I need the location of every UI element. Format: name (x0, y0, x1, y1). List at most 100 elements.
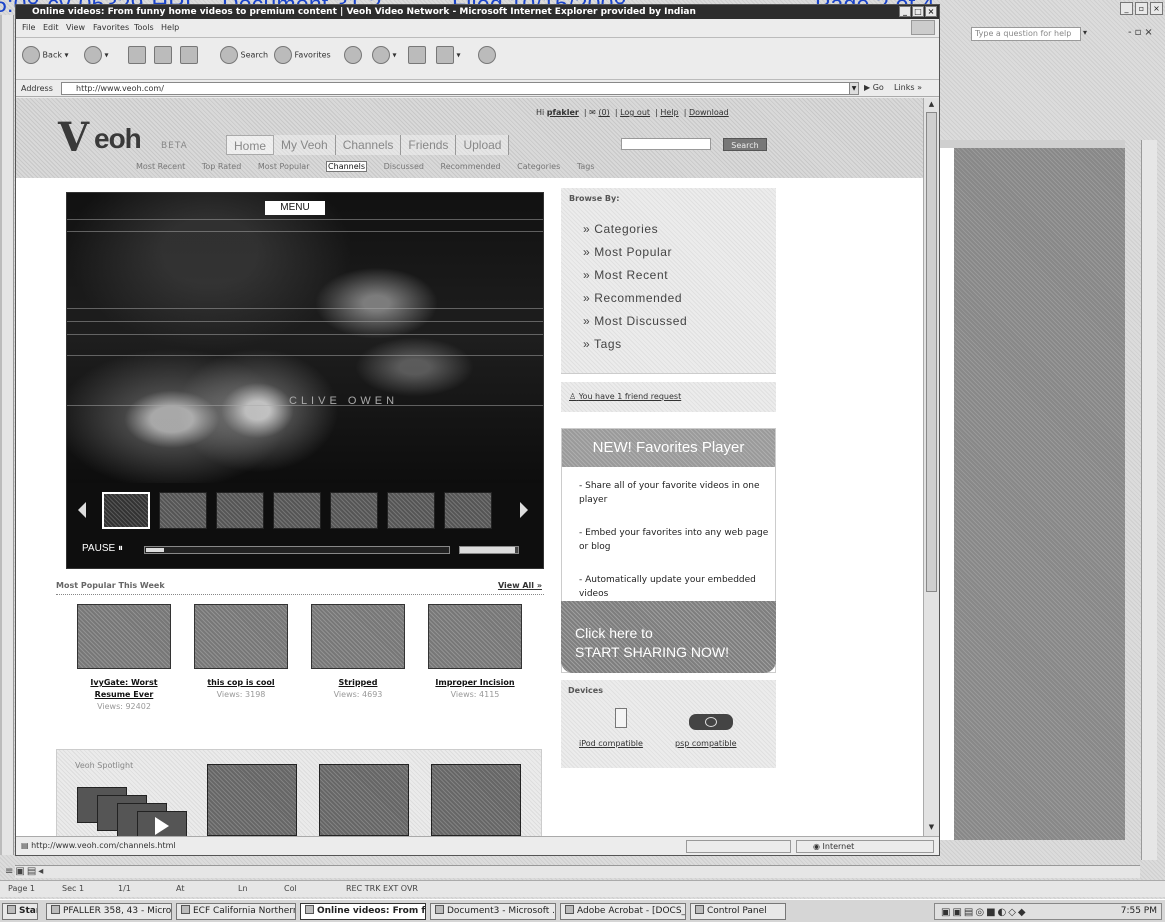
subnav-discussed[interactable]: Discussed (384, 162, 424, 171)
pause-button[interactable]: PAUSE ⏸ (82, 543, 123, 554)
tab-upload[interactable]: Upload (456, 135, 510, 155)
subnav-recommended[interactable]: Recommended (441, 162, 501, 171)
popular-video-card[interactable]: IvyGate: Worst Resume Ever Views: 92402 (76, 604, 172, 712)
psp-icon[interactable] (689, 714, 733, 730)
taskbar-task-control-panel[interactable]: Control Panel (690, 903, 786, 920)
close-button[interactable]: × (925, 6, 937, 17)
mail-button[interactable]: ▾ (372, 46, 397, 64)
browse-categories-link[interactable]: » Categories (583, 222, 687, 245)
popular-video-card[interactable]: Stripped Views: 4693 (310, 604, 406, 700)
search-button[interactable]: Search (723, 138, 767, 151)
subnav-tags[interactable]: Tags (577, 162, 595, 171)
ipod-icon[interactable] (615, 708, 627, 728)
tab-home[interactable]: Home (226, 135, 275, 155)
video-thumbnail[interactable] (194, 604, 288, 669)
video-thumbnail[interactable] (311, 604, 405, 669)
close-button[interactable]: × (1150, 2, 1163, 15)
address-input[interactable]: http://www.veoh.com/ (61, 82, 856, 95)
back-button[interactable]: Back ▾ (22, 46, 69, 64)
video-thumbnail[interactable] (330, 492, 378, 529)
volume-slider[interactable] (459, 546, 519, 554)
word-help-input[interactable]: Type a question for help (971, 27, 1081, 41)
help-link[interactable]: Help (660, 108, 678, 117)
taskbar-task-document3[interactable]: Document3 - Microsoft ... (430, 903, 556, 920)
previous-arrow-icon[interactable] (78, 502, 86, 518)
menu-help[interactable]: Help (161, 23, 179, 32)
next-arrow-icon[interactable] (520, 502, 528, 518)
messages-link[interactable]: (0) (598, 108, 609, 117)
video-title-link[interactable]: this cop is cool (193, 677, 289, 689)
taskbar-task-ecf[interactable]: ECF California Northern -... (176, 903, 296, 920)
menu-view[interactable]: View (66, 23, 85, 32)
veoh-logo[interactable]: V eoh (56, 118, 196, 158)
menu-file[interactable]: File (22, 23, 35, 32)
home-button[interactable] (180, 46, 198, 64)
media-button[interactable] (344, 46, 362, 64)
edit-button[interactable]: ▾ (436, 46, 461, 64)
maximize-button[interactable]: □ (912, 6, 924, 17)
psp-compatible-link[interactable]: psp compatible (675, 739, 737, 748)
taskbar-task-acrobat[interactable]: Adobe Acrobat - [DOCS_... (560, 903, 686, 920)
scroll-up-icon[interactable]: ▲ (926, 99, 937, 110)
spotlight-thumbnail[interactable] (319, 764, 409, 836)
word-vertical-scrollbar[interactable] (1141, 140, 1157, 860)
browse-most-recent-link[interactable]: » Most Recent (583, 268, 687, 291)
video-frame[interactable] (67, 193, 543, 483)
tab-friends[interactable]: Friends (401, 135, 457, 155)
tab-my-veoh[interactable]: My Veoh (274, 135, 336, 155)
video-thumbnail[interactable] (387, 492, 435, 529)
links-button[interactable]: Links » (894, 83, 922, 92)
download-link[interactable]: Download (689, 108, 729, 117)
refresh-button[interactable] (154, 46, 172, 64)
chevron-down-icon[interactable]: ▼ (849, 82, 859, 95)
video-thumbnail[interactable] (273, 492, 321, 529)
menu-tools[interactable]: Tools (134, 23, 154, 32)
print-button[interactable] (408, 46, 426, 64)
scrollbar-thumb[interactable] (926, 112, 937, 592)
spotlight-graphic[interactable] (77, 787, 189, 836)
search-input[interactable] (621, 138, 711, 150)
browse-recommended-link[interactable]: » Recommended (583, 291, 687, 314)
start-button[interactable]: Start (2, 903, 38, 920)
video-thumbnail[interactable] (444, 492, 492, 529)
document-window-controls[interactable]: -▫× (1128, 27, 1156, 38)
go-button[interactable]: ▶ Go (864, 83, 884, 92)
popular-video-card[interactable]: Improper Incision Views: 4115 (427, 604, 523, 700)
logout-link[interactable]: Log out (620, 108, 650, 117)
video-title-link[interactable]: Improper Incision (427, 677, 523, 689)
ie-vertical-scrollbar[interactable]: ▲ ▼ (923, 98, 939, 836)
chevron-down-icon[interactable]: ▾ (1083, 28, 1087, 37)
video-player[interactable]: MENU CLIVE OWEN PAUSE ⏸ (66, 192, 544, 569)
video-thumbnail[interactable] (428, 604, 522, 669)
favorites-button[interactable]: Favorites (274, 46, 331, 64)
word-horizontal-scrollbar[interactable] (15, 865, 1140, 878)
video-thumbnail[interactable] (159, 492, 207, 529)
messenger-button[interactable] (478, 46, 496, 64)
subnav-most-popular[interactable]: Most Popular (258, 162, 310, 171)
stop-button[interactable] (128, 46, 146, 64)
spotlight-thumbnail[interactable] (207, 764, 297, 836)
browse-most-popular-link[interactable]: » Most Popular (583, 245, 687, 268)
ipod-compatible-link[interactable]: iPod compatible (579, 739, 643, 748)
subnav-most-recent[interactable]: Most Recent (136, 162, 185, 171)
username-link[interactable]: pfakler (547, 108, 579, 117)
taskbar-task-veoh[interactable]: Online videos: From f... (300, 903, 426, 920)
subnav-channels[interactable]: Channels (326, 161, 368, 172)
play-icon[interactable] (155, 817, 169, 835)
minimize-button[interactable]: _ (1120, 2, 1133, 15)
taskbar-task-word-pfaller[interactable]: PFALLER 358, 43 - Micro... (46, 903, 172, 920)
subnav-top-rated[interactable]: Top Rated (202, 162, 241, 171)
tray-icons[interactable]: ▣▣▤◎■◐◇◆ (941, 907, 1028, 918)
video-thumbnail[interactable] (102, 492, 150, 529)
browse-most-discussed-link[interactable]: » Most Discussed (583, 314, 687, 337)
minimize-button[interactable]: _ (899, 6, 911, 17)
progress-bar[interactable] (144, 546, 450, 554)
friend-request-link[interactable]: ♙ You have 1 friend request (569, 392, 681, 401)
popular-video-card[interactable]: this cop is cool Views: 3198 (193, 604, 289, 700)
menu-edit[interactable]: Edit (43, 23, 59, 32)
view-all-link[interactable]: View All » (498, 581, 542, 590)
video-thumbnail[interactable] (216, 492, 264, 529)
scroll-down-icon[interactable]: ▼ (926, 822, 937, 833)
spotlight-thumbnail[interactable] (431, 764, 521, 836)
tab-channels[interactable]: Channels (335, 135, 402, 155)
